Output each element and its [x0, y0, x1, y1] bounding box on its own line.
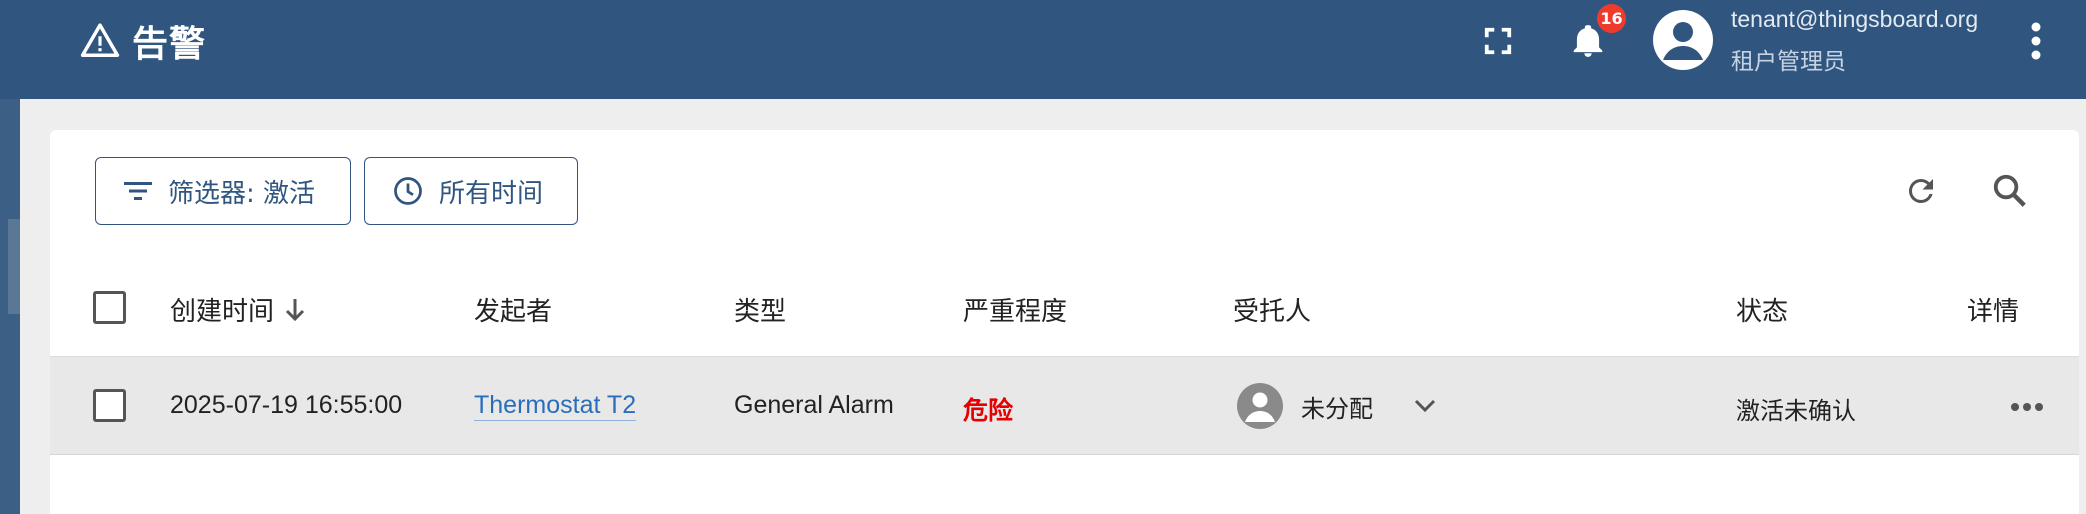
row-originator-link[interactable]: Thermostat T2	[474, 391, 637, 421]
row-checkbox[interactable]	[93, 389, 126, 422]
table-row[interactable]: 2025-07-19 16:55:00 Thermostat T2 Genera…	[50, 357, 2079, 455]
search-icon	[1993, 174, 2026, 207]
page-title: 告警	[80, 16, 206, 66]
arrow-down-icon	[285, 298, 305, 321]
column-type[interactable]: 类型	[734, 291, 786, 328]
assignee-avatar	[1237, 383, 1283, 429]
account-circle-icon	[1663, 22, 1703, 60]
warning-icon	[80, 23, 120, 57]
assignee-selector[interactable]: 未分配	[1237, 377, 1437, 435]
column-details: 详情	[1967, 297, 2020, 327]
row-created-time: 2025-07-19 16:55:00	[170, 391, 403, 419]
top-toolbar: 告警 16 tenant@thingsboard.org 租户管理员	[0, 0, 2086, 99]
time-window-label: 所有时间	[439, 178, 544, 209]
time-window-button[interactable]: 所有时间	[364, 157, 578, 225]
sidebar-edge	[0, 99, 20, 514]
fullscreen-button[interactable]	[1478, 20, 1518, 62]
chevron-down-icon	[1414, 399, 1436, 413]
user-avatar[interactable]	[1653, 10, 1713, 70]
row-status: 激活未确认	[1736, 397, 1856, 425]
filter-button[interactable]: 筛选器: 激活	[95, 157, 351, 225]
column-originator[interactable]: 发起者	[474, 291, 552, 328]
alarms-card: 筛选器: 激活 所有时间 创建时间 发起者 类型 严重程度 受托人 状态 详情 …	[50, 130, 2079, 514]
more-horiz-icon	[2011, 403, 2043, 411]
refresh-button[interactable]	[1896, 166, 1946, 216]
column-severity[interactable]: 严重程度	[963, 291, 1067, 328]
user-menu-button[interactable]	[2022, 18, 2050, 64]
more-vert-icon	[2031, 22, 2041, 60]
filter-button-label: 筛选器: 激活	[168, 178, 316, 209]
search-button[interactable]	[1985, 166, 2035, 216]
filter-icon	[124, 182, 152, 200]
fullscreen-icon	[1484, 27, 1512, 55]
column-assignee[interactable]: 受托人	[1233, 291, 1311, 328]
select-all-checkbox[interactable]	[93, 291, 126, 324]
row-actions-button[interactable]	[2007, 387, 2047, 427]
page-title-text: 告警	[132, 24, 207, 65]
user-email[interactable]: tenant@thingsboard.org	[1731, 6, 1978, 33]
row-severity: 危险	[963, 396, 1014, 425]
assignee-name: 未分配	[1301, 394, 1373, 423]
notification-count-badge: 16	[1597, 4, 1626, 33]
clock-icon	[394, 177, 422, 205]
table-header-row: 创建时间 发起者 类型 严重程度 受托人 状态 详情	[50, 257, 2079, 357]
main-content: 筛选器: 激活 所有时间 创建时间 发起者 类型 严重程度 受托人 状态 详情 …	[20, 99, 2086, 514]
user-role: 租户管理员	[1731, 49, 1846, 75]
column-status[interactable]: 状态	[1736, 291, 1788, 328]
row-type: General Alarm	[734, 391, 894, 419]
column-created-time[interactable]: 创建时间	[170, 291, 306, 328]
refresh-icon	[1908, 178, 1933, 203]
account-circle-icon	[1245, 392, 1275, 422]
